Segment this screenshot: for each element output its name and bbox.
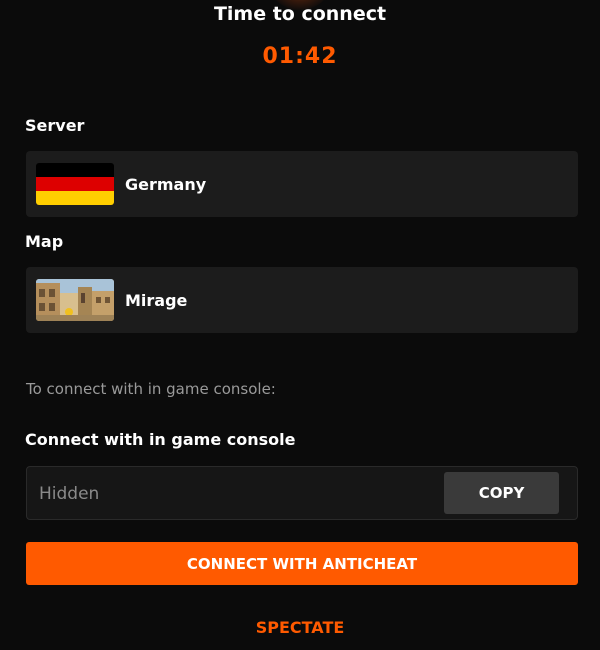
console-command-input[interactable] xyxy=(37,479,431,509)
server-name: Germany xyxy=(125,174,207,194)
map-mirage-thumbnail xyxy=(36,279,114,321)
connect-anticheat-button[interactable]: CONNECT WITH ANTICHEAT xyxy=(26,542,578,585)
console-hint: To connect with in game console: xyxy=(26,380,276,398)
flag-germany-icon xyxy=(36,163,114,205)
console-command-field: COPY xyxy=(26,466,578,520)
connect-panel: Time to connect 01:42 Server Germany Map xyxy=(0,0,600,650)
spectate-link[interactable]: SPECTATE xyxy=(0,618,600,637)
map-name: Mirage xyxy=(125,290,188,310)
console-label: Connect with in game console xyxy=(25,430,296,449)
map-card: Mirage xyxy=(26,267,578,333)
server-label: Server xyxy=(25,116,85,135)
copy-button[interactable]: COPY xyxy=(444,472,559,514)
map-label: Map xyxy=(25,232,64,251)
server-card: Germany xyxy=(26,151,578,217)
page-title: Time to connect xyxy=(213,3,387,25)
countdown-timer: 01:42 xyxy=(262,44,338,69)
